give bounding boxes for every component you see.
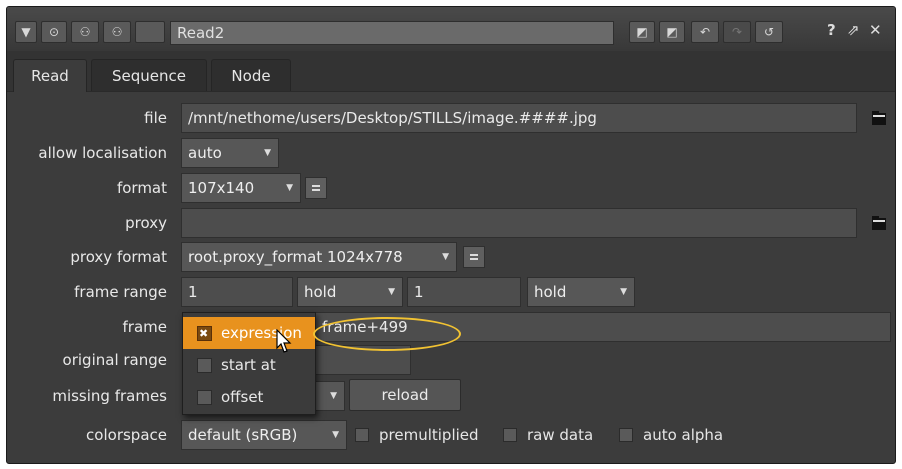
auto-alpha-label: auto alpha (643, 426, 724, 444)
proxy-format-value: root.proxy_format 1024x778 (188, 248, 403, 266)
chevron-down-icon: ▼ (286, 183, 293, 193)
tab-read[interactable]: Read (13, 59, 87, 92)
menu-item-start-at[interactable]: start at (183, 349, 315, 381)
node-settings-icon[interactable]: ⊙ (41, 21, 67, 43)
float-panel-icon[interactable]: ⇗ (847, 21, 860, 39)
proxy-label: proxy (125, 214, 167, 232)
proxy-path-input[interactable] (181, 208, 857, 238)
chevron-down-icon: ▼ (620, 287, 627, 297)
raw-data-label: raw data (527, 426, 594, 444)
panel-title-bar: ▼ ⊙ ⚇ ⚇ Read2 ◩ ◩ ↶ ↷ ↺ ? ⇗ ✕ (7, 7, 895, 52)
frame-label: frame (122, 318, 167, 336)
allow-localisation-value: auto (188, 144, 222, 162)
allow-localisation-dropdown[interactable]: auto ▼ (181, 138, 279, 168)
help-icon[interactable]: ? (827, 21, 836, 39)
allow-localisation-label: allow localisation (38, 144, 167, 162)
node-name-field[interactable]: Read2 (170, 21, 614, 45)
chevron-down-icon: ▼ (388, 287, 395, 297)
colorspace-value: default (sRGB) (188, 426, 298, 444)
chevron-down-icon: ▼ (264, 148, 271, 158)
menu-item-label: offset (221, 388, 264, 406)
reload-button[interactable]: reload (349, 379, 461, 411)
frame-range-after-value: hold (534, 283, 567, 301)
chevron-down-icon: ▼ (330, 391, 337, 401)
revert-all-icon[interactable]: ◩ (659, 21, 685, 43)
read-node-properties-panel: ▼ ⊙ ⚇ ⚇ Read2 ◩ ◩ ↶ ↷ ↺ ? ⇗ ✕ Read Seque… (6, 6, 896, 464)
raw-data-checkbox[interactable] (503, 428, 517, 442)
colorspace-label: colorspace (86, 426, 167, 444)
proxy-file-browser-icon[interactable] (869, 213, 889, 233)
menu-item-expression[interactable]: expression (183, 317, 315, 349)
output-icon[interactable]: ⚇ (103, 21, 131, 43)
frame-range-after-dropdown[interactable]: hold ▼ (527, 277, 635, 307)
missing-frames-label: missing frames (52, 387, 167, 405)
collapse-triangle-icon[interactable]: ▼ (15, 21, 37, 43)
revert-knobs-icon[interactable]: ◩ (629, 21, 655, 43)
file-browser-icon[interactable] (869, 108, 889, 128)
checkbox-icon (197, 358, 212, 373)
proxy-format-dropdown[interactable]: root.proxy_format 1024x778 ▼ (181, 242, 457, 272)
auto-alpha-checkbox[interactable] (619, 428, 633, 442)
spacer-button (135, 21, 165, 43)
original-range-label: original range (62, 351, 167, 369)
highlight-ellipse (313, 317, 461, 351)
checkbox-icon (197, 390, 212, 405)
tab-sequence[interactable]: Sequence (91, 59, 207, 91)
checkbox-checked-icon (197, 318, 212, 349)
tab-node[interactable]: Node (211, 59, 291, 91)
close-icon[interactable]: ✕ (869, 21, 882, 39)
file-label: file (144, 109, 167, 127)
redo-icon[interactable]: ↷ (723, 21, 751, 43)
format-value: 107x140 (188, 179, 255, 197)
frame-range-last-input[interactable]: 1 (407, 277, 521, 307)
format-edit-button[interactable] (305, 177, 327, 199)
format-dropdown[interactable]: 107x140 ▼ (181, 173, 301, 203)
proxy-format-edit-button[interactable] (463, 246, 485, 268)
tab-bar: Read Sequence Node (7, 51, 895, 92)
format-label: format (116, 179, 167, 197)
mouse-cursor-icon (276, 329, 292, 353)
reset-icon[interactable]: ↺ (755, 21, 783, 43)
input-icon[interactable]: ⚇ (71, 21, 99, 43)
menu-item-label: start at (221, 356, 276, 374)
chevron-down-icon: ▼ (332, 430, 339, 440)
file-path-input[interactable]: /mnt/nethome/users/Desktop/STILLS/image.… (181, 103, 857, 133)
frame-range-first-input[interactable]: 1 (181, 277, 293, 307)
frame-mode-menu: expression start at offset (182, 312, 316, 415)
undo-icon[interactable]: ↶ (691, 21, 719, 43)
colorspace-dropdown[interactable]: default (sRGB) ▼ (181, 420, 347, 450)
menu-item-offset[interactable]: offset (183, 381, 315, 413)
proxy-format-label: proxy format (70, 248, 167, 266)
frame-range-label: frame range (74, 283, 167, 301)
premultiplied-checkbox[interactable] (355, 428, 369, 442)
premultiplied-label: premultiplied (379, 426, 479, 444)
chevron-down-icon: ▼ (442, 252, 449, 262)
frame-range-before-dropdown[interactable]: hold ▼ (297, 277, 403, 307)
frame-range-before-value: hold (304, 283, 337, 301)
